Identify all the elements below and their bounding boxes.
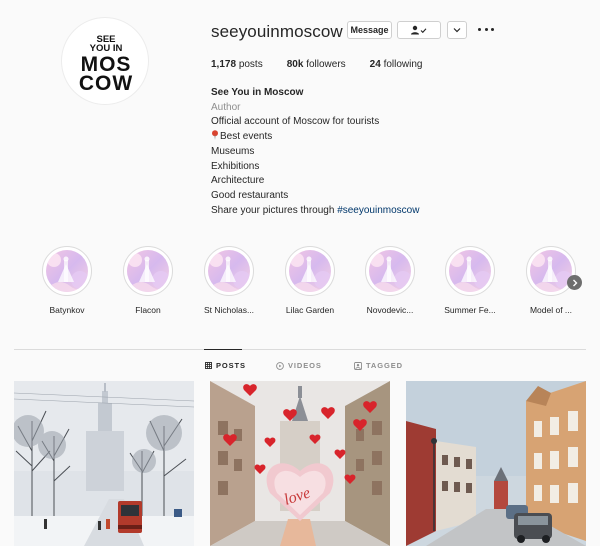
follow-person-icon [411,25,427,35]
post-image [14,381,194,546]
post-thumbnail-snowy-street[interactable] [14,381,194,546]
tab-posts[interactable]: POSTS [205,361,246,370]
bio-line: Museums [211,145,255,157]
bio-line: Official account of Moscow for tourists [211,116,380,128]
svg-text:COW: COW [79,72,133,95]
highlight-cover [445,246,495,296]
grid-icon [205,362,212,369]
active-tab-indicator [204,349,242,350]
posts-stat[interactable]: 1,178 posts [211,59,263,70]
bio-line: Architecture [211,175,265,187]
following-button[interactable] [397,21,441,39]
following-stat[interactable]: 24 following [370,59,423,70]
post-image: love [210,381,390,546]
post-thumbnail-hearts-street[interactable]: love [210,381,390,546]
tagged-icon [354,361,362,370]
highlight-cover [123,246,173,296]
tab-tagged[interactable]: TAGGED [354,361,403,370]
suggested-dropdown-button[interactable] [447,21,467,39]
story-highlights: Batynkov Flacon St Nicholas... Lilac Gar… [0,246,600,321]
pin-icon [211,130,219,141]
highlight-cover [204,246,254,296]
profile-name: See You in Moscow [211,87,304,98]
highlight-cover [285,246,335,296]
highlight-cover [42,246,92,296]
bio-line: Best events [211,130,419,145]
profile-avatar[interactable]: SEE YOU IN MOS COW [61,17,149,105]
post-image [406,381,586,546]
bio-line: Exhibitions [211,160,260,172]
followers-stat[interactable]: 80k followers [287,59,346,70]
profile-stats: 1,178 posts 80k followers 24 following [211,59,446,70]
tabs-divider [14,349,586,350]
highlight-cover [526,246,576,296]
video-icon [276,361,284,370]
chevron-down-icon [453,28,461,33]
highlights-next-button[interactable] [567,275,582,290]
bio-line: Share your pictures through #seeyouinmos… [211,204,420,216]
username: seeyouinmoscow [211,22,343,41]
tab-videos[interactable]: VIDEOS [276,361,322,370]
profile-category: Author [211,101,241,113]
profile-bio: See You in Moscow Author Official accoun… [211,86,419,218]
more-options-icon[interactable] [478,22,494,36]
chevron-right-icon [572,279,577,286]
message-button[interactable]: Message [347,21,392,39]
logo-see-you-in-moscow: SEE YOU IN MOS COW [79,34,133,95]
hashtag-link[interactable]: #seeyouinmoscow [337,205,419,216]
highlight-cover [365,246,415,296]
post-thumbnail-moscow-street[interactable] [406,381,586,546]
bio-line: Good restaurants [211,189,289,201]
